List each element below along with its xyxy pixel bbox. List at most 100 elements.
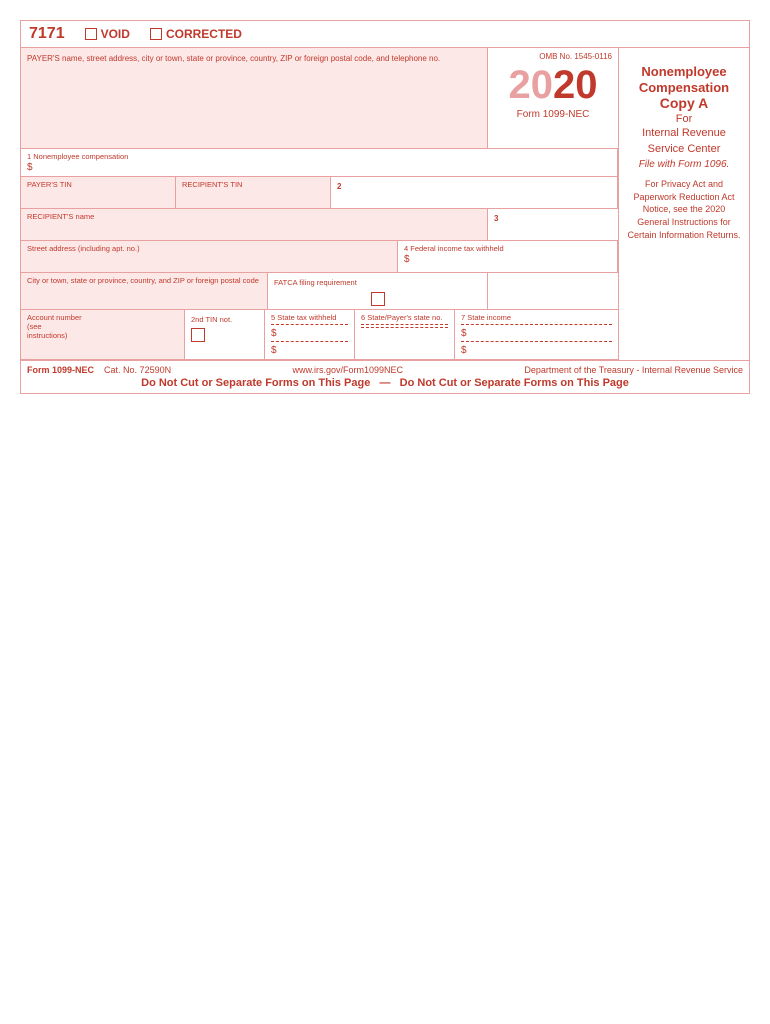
dashed-line-3 <box>361 324 448 325</box>
form-7171-number: 7171 <box>29 25 65 43</box>
dashed-line-1 <box>271 324 348 325</box>
box6-label: 6 State/Payer's state no. <box>361 313 448 322</box>
copy-org1: Internal Revenue <box>627 127 741 139</box>
tin-row: PAYER'S TIN RECIPIENT'S TIN 2 <box>21 177 618 209</box>
recipient-tin-input[interactable] <box>182 189 310 205</box>
footer-cat: Cat. No. 72590N <box>104 365 171 375</box>
do-not-cut-1: Do Not Cut or Separate Forms on This Pag… <box>141 377 370 389</box>
footer-website: www.irs.gov/Form1099NEC <box>292 365 403 375</box>
fatca-label: FATCA filing requirement <box>274 278 357 287</box>
form-label-word: Form 1099-NEC <box>517 109 590 120</box>
recipient-tin-box: RECIPIENT'S TIN <box>176 177 331 208</box>
copy-for: For <box>627 113 741 125</box>
street-label: Street address (including apt. no.) <box>27 244 391 253</box>
box4-dollar: $ <box>404 254 410 265</box>
footer-row1: Form 1099-NEC Cat. No. 72590N www.irs.go… <box>27 365 743 375</box>
city-input[interactable] <box>27 285 238 301</box>
payer-info-box[interactable]: PAYER'S name, street address, city or to… <box>21 48 488 148</box>
void-checkbox[interactable] <box>85 28 97 40</box>
recipient-tin-label: RECIPIENT'S TIN <box>182 180 324 189</box>
account-box: Account number (see instructions) <box>21 310 185 359</box>
city-right <box>488 273 618 309</box>
street-input[interactable] <box>27 253 355 269</box>
box1: 1 Nonemployee compensation $ <box>21 149 618 176</box>
void-label: VOID <box>101 27 130 41</box>
privacy-notice: For Privacy Act and Paperwork Reduction … <box>627 178 741 241</box>
nonemployee-title-line2: Compensation <box>627 80 741 96</box>
city-row: City or town, state or province, country… <box>21 273 618 310</box>
street-row: Street address (including apt. no.) 4 Fe… <box>21 241 618 273</box>
footer-form-bold: Form 1099-NEC <box>27 365 94 375</box>
corrected-checkbox[interactable] <box>150 28 162 40</box>
header-section: PAYER'S name, street address, city or to… <box>21 48 618 149</box>
box2: 2 <box>331 177 618 208</box>
file-with: File with Form 1096. <box>627 159 741 170</box>
box4-input[interactable] <box>413 254 579 265</box>
box3: 3 <box>488 209 618 240</box>
account-input[interactable] <box>87 313 178 324</box>
dashed-line-6 <box>461 341 612 342</box>
nonemployee-row: 1 Nonemployee compensation $ <box>21 149 618 177</box>
corrected-label: CORRECTED <box>166 27 242 41</box>
box2-number: 2 <box>337 182 341 191</box>
fatca-checkbox-container <box>274 292 481 306</box>
box7-dollar1: $ <box>461 328 467 339</box>
city-label: City or town, state or province, country… <box>27 276 261 285</box>
form-body: PAYER'S name, street address, city or to… <box>21 48 749 360</box>
top-bar: 7171 VOID CORRECTED <box>21 21 749 48</box>
payer-info-label: PAYER'S name, street address, city or to… <box>27 54 440 63</box>
form-footer: Form 1099-NEC Cat. No. 72590N www.irs.go… <box>21 360 749 393</box>
copy-title: Copy A <box>627 95 741 111</box>
box1-input[interactable] <box>36 162 503 173</box>
box1-dollar: $ <box>27 162 33 173</box>
right-title-area: Nonemployee Compensation <box>627 64 741 95</box>
dashed-line-5 <box>461 324 612 325</box>
state-income-box: 7 State income $ $ <box>455 310 618 359</box>
footer-dept: Department of the Treasury - Internal Re… <box>524 365 743 375</box>
footer-row2: Do Not Cut or Separate Forms on This Pag… <box>27 377 743 389</box>
fatca-checkbox[interactable] <box>371 292 385 306</box>
corrected-group: CORRECTED <box>150 27 242 41</box>
do-not-cut-2: Do Not Cut or Separate Forms on This Pag… <box>400 377 629 389</box>
state-payer-box: 6 State/Payer's state no. <box>355 310 455 359</box>
recipient-name-input[interactable] <box>27 221 436 237</box>
box4: 4 Federal income tax withheld $ <box>398 241 618 272</box>
box7-label: 7 State income <box>461 313 612 322</box>
state-tax-box: 5 State tax withheld $ $ <box>265 310 355 359</box>
box5-dollar1: $ <box>271 328 277 339</box>
copy-org2: Service Center <box>627 143 741 155</box>
box1-label: 1 Nonemployee compensation <box>27 152 611 161</box>
dashed-line-4 <box>361 327 448 328</box>
recipient-name-row: RECIPIENT'S name 3 <box>21 209 618 241</box>
box4-label: 4 Federal income tax withheld <box>404 244 611 253</box>
payer-tin-input[interactable] <box>27 189 155 205</box>
second-tin-checkbox[interactable] <box>191 328 205 342</box>
payer-tin-box: PAYER'S TIN <box>21 177 176 208</box>
street-box[interactable]: Street address (including apt. no.) <box>21 241 398 272</box>
city-box[interactable]: City or town, state or province, country… <box>21 273 268 309</box>
box5-label: 5 State tax withheld <box>271 313 348 322</box>
void-group: VOID <box>85 27 130 41</box>
omb-logo-box: OMB No. 1545-0116 20 20 Form 1099-NEC <box>488 48 618 148</box>
form-right: Nonemployee Compensation Copy A For Inte… <box>619 48 749 360</box>
payer-tin-label: PAYER'S TIN <box>27 180 169 189</box>
form-1099-nec: 7171 VOID CORRECTED PAYER'S name, street… <box>20 20 750 394</box>
box7-dollar2: $ <box>461 345 467 356</box>
dashed-line-2 <box>271 341 348 342</box>
year-display: 20 20 <box>509 65 598 105</box>
form-name-small: Form 1099-NEC <box>517 109 590 120</box>
recipient-name-box[interactable]: RECIPIENT'S name <box>21 209 488 240</box>
box5-dollar2: $ <box>271 345 277 356</box>
nonemployee-title-line1: Nonemployee <box>627 64 741 80</box>
second-tin-box: 2nd TIN not. <box>185 310 265 359</box>
year-part2: 20 <box>553 65 598 105</box>
form-left: PAYER'S name, street address, city or to… <box>21 48 619 360</box>
fatca-box: FATCA filing requirement <box>268 273 488 309</box>
footer-dash: — <box>380 377 391 389</box>
box3-number: 3 <box>494 214 498 223</box>
year-part1: 20 <box>509 65 554 105</box>
omb-number: OMB No. 1545-0116 <box>494 52 612 61</box>
footer-form-label: Form 1099-NEC Cat. No. 72590N <box>27 365 171 375</box>
account-row: Account number (see instructions) 2nd TI… <box>21 310 618 360</box>
account-label: Account number (see instructions) <box>27 313 83 340</box>
